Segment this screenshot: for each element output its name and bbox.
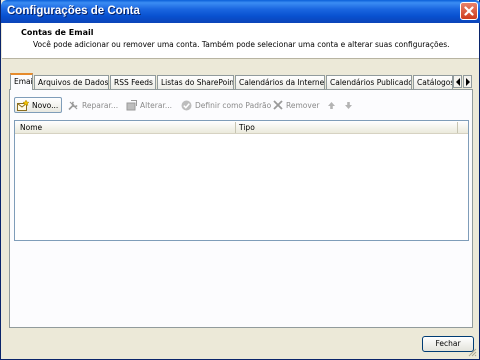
tab-scroll-left-button[interactable]	[453, 75, 462, 88]
remove-button[interactable]: Remover	[273, 97, 320, 113]
tab-email[interactable]: Email	[10, 73, 33, 90]
tab-label: Calendários da Internet	[239, 78, 325, 87]
column-divider[interactable]	[457, 122, 458, 133]
column-divider[interactable]	[235, 122, 236, 133]
tab-internet-calendars[interactable]: Calendários da Internet	[235, 75, 325, 89]
tab-catalogs[interactable]: Catálogos	[413, 75, 453, 89]
tab-rss-feeds[interactable]: RSS Feeds	[110, 75, 156, 89]
set-default-label: Definir como Padrão	[195, 100, 272, 110]
tab-strip: Email Arquivos de Dados RSS Feeds Listas…	[10, 73, 472, 90]
tab-label: Arquivos de Dados	[38, 78, 109, 87]
tab-published-calendars[interactable]: Calendários Publicados	[326, 75, 412, 89]
remove-label: Remover	[286, 100, 320, 110]
set-default-button[interactable]: Definir como Padrão	[181, 97, 271, 113]
new-mail-icon	[17, 99, 29, 111]
arrow-up-icon	[328, 101, 335, 109]
new-account-label: Novo...	[32, 100, 59, 110]
tab-label: RSS Feeds	[114, 78, 153, 87]
tab-label: Catálogos	[417, 78, 453, 87]
arrow-down-icon	[345, 101, 352, 109]
chevron-right-icon	[466, 78, 470, 86]
tab-label: Email	[14, 77, 33, 86]
resize-grip-icon[interactable]	[467, 347, 477, 357]
tab-data-files[interactable]: Arquivos de Dados	[34, 75, 109, 89]
wrench-icon	[68, 100, 78, 110]
close-icon	[464, 6, 474, 16]
list-header: Nome Tipo	[15, 121, 468, 134]
move-down-button[interactable]	[344, 97, 353, 113]
email-tab-panel: Novo... Reparar... Alterar... Definir co…	[9, 89, 473, 328]
account-settings-dialog: Configurações de Conta Contas de Email V…	[0, 0, 480, 360]
change-account-icon	[126, 99, 137, 110]
accounts-list[interactable]: Nome Tipo	[14, 120, 469, 241]
tab-scroll-right-button[interactable]	[463, 75, 472, 88]
repair-button[interactable]: Reparar...	[68, 97, 118, 113]
header-panel: Contas de Email Você pode adicionar ou r…	[2, 23, 479, 59]
chevron-left-icon	[456, 78, 460, 86]
change-button[interactable]: Alterar...	[126, 97, 172, 113]
tab-label: Calendários Publicados	[330, 78, 412, 87]
section-description: Você pode adicionar ou remover uma conta…	[33, 40, 450, 49]
remove-x-icon	[273, 100, 283, 110]
title-bar[interactable]: Configurações de Conta	[1, 0, 480, 23]
window-title: Configurações de Conta	[7, 5, 140, 17]
move-up-button[interactable]	[327, 97, 336, 113]
tab-label: Listas do SharePoint	[161, 78, 234, 87]
column-header-name[interactable]: Nome	[20, 123, 42, 132]
change-label: Alterar...	[140, 100, 172, 110]
new-account-button[interactable]: Novo...	[14, 97, 63, 113]
close-dialog-label: Fechar	[435, 339, 461, 348]
tab-sharepoint-lists[interactable]: Listas do SharePoint	[157, 75, 234, 89]
repair-label: Reparar...	[82, 100, 119, 110]
section-title: Contas de Email	[21, 28, 94, 37]
checkmark-circle-icon	[181, 100, 192, 110]
close-button[interactable]	[460, 2, 478, 20]
column-header-type[interactable]: Tipo	[239, 123, 255, 132]
